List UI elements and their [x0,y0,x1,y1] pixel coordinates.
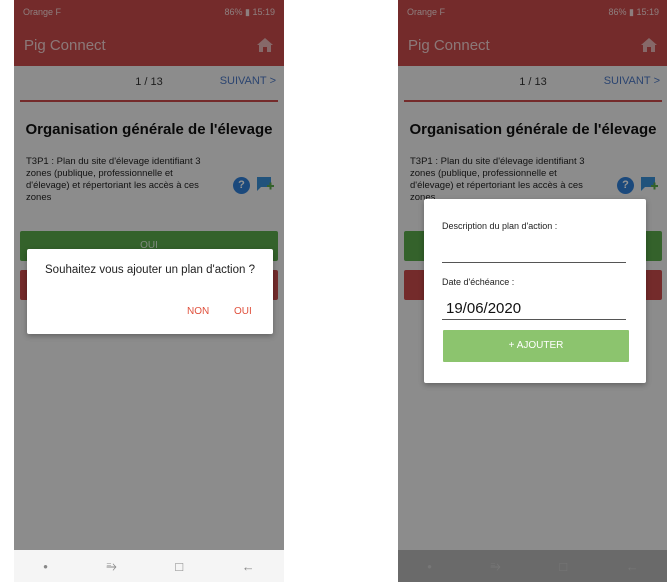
system-nav-bar: • ⥱ □ ← [14,550,284,582]
date-label: Date d'échéance : [442,277,515,287]
add-button[interactable]: + AJOUTER [443,330,629,362]
dialog-non-button[interactable]: NON [187,306,209,317]
back-icon[interactable]: ← [242,559,255,574]
recent-apps-icon[interactable]: ⥱ [490,558,500,574]
dot-icon: • [43,558,48,574]
home-button-icon[interactable]: □ [175,559,183,574]
description-label: Description du plan d'action : [442,221,558,231]
back-icon[interactable]: ← [626,559,639,574]
system-nav-bar: • ⥱ □ ← [398,550,667,582]
dot-icon: • [427,558,432,574]
description-underline [442,262,626,263]
dialog-oui-button[interactable]: OUI [234,306,252,317]
date-underline [442,319,626,320]
home-button-icon[interactable]: □ [559,559,567,574]
date-input[interactable]: 19/06/2020 [446,300,521,317]
recent-apps-icon[interactable]: ⥱ [106,558,116,574]
dialog-message: Souhaitez vous ajouter un plan d'action … [45,264,255,276]
action-plan-dialog: Description du plan d'action : Date d'éc… [424,199,646,383]
phone-screen-left: Orange F 86% ▮ 15:19 Pig Connect 1 / 13 … [14,0,284,582]
description-input[interactable] [442,237,626,261]
confirm-dialog: Souhaitez vous ajouter un plan d'action … [27,249,273,334]
phone-screen-right: Orange F 86% ▮ 15:19 Pig Connect 1 / 13 … [398,0,667,582]
